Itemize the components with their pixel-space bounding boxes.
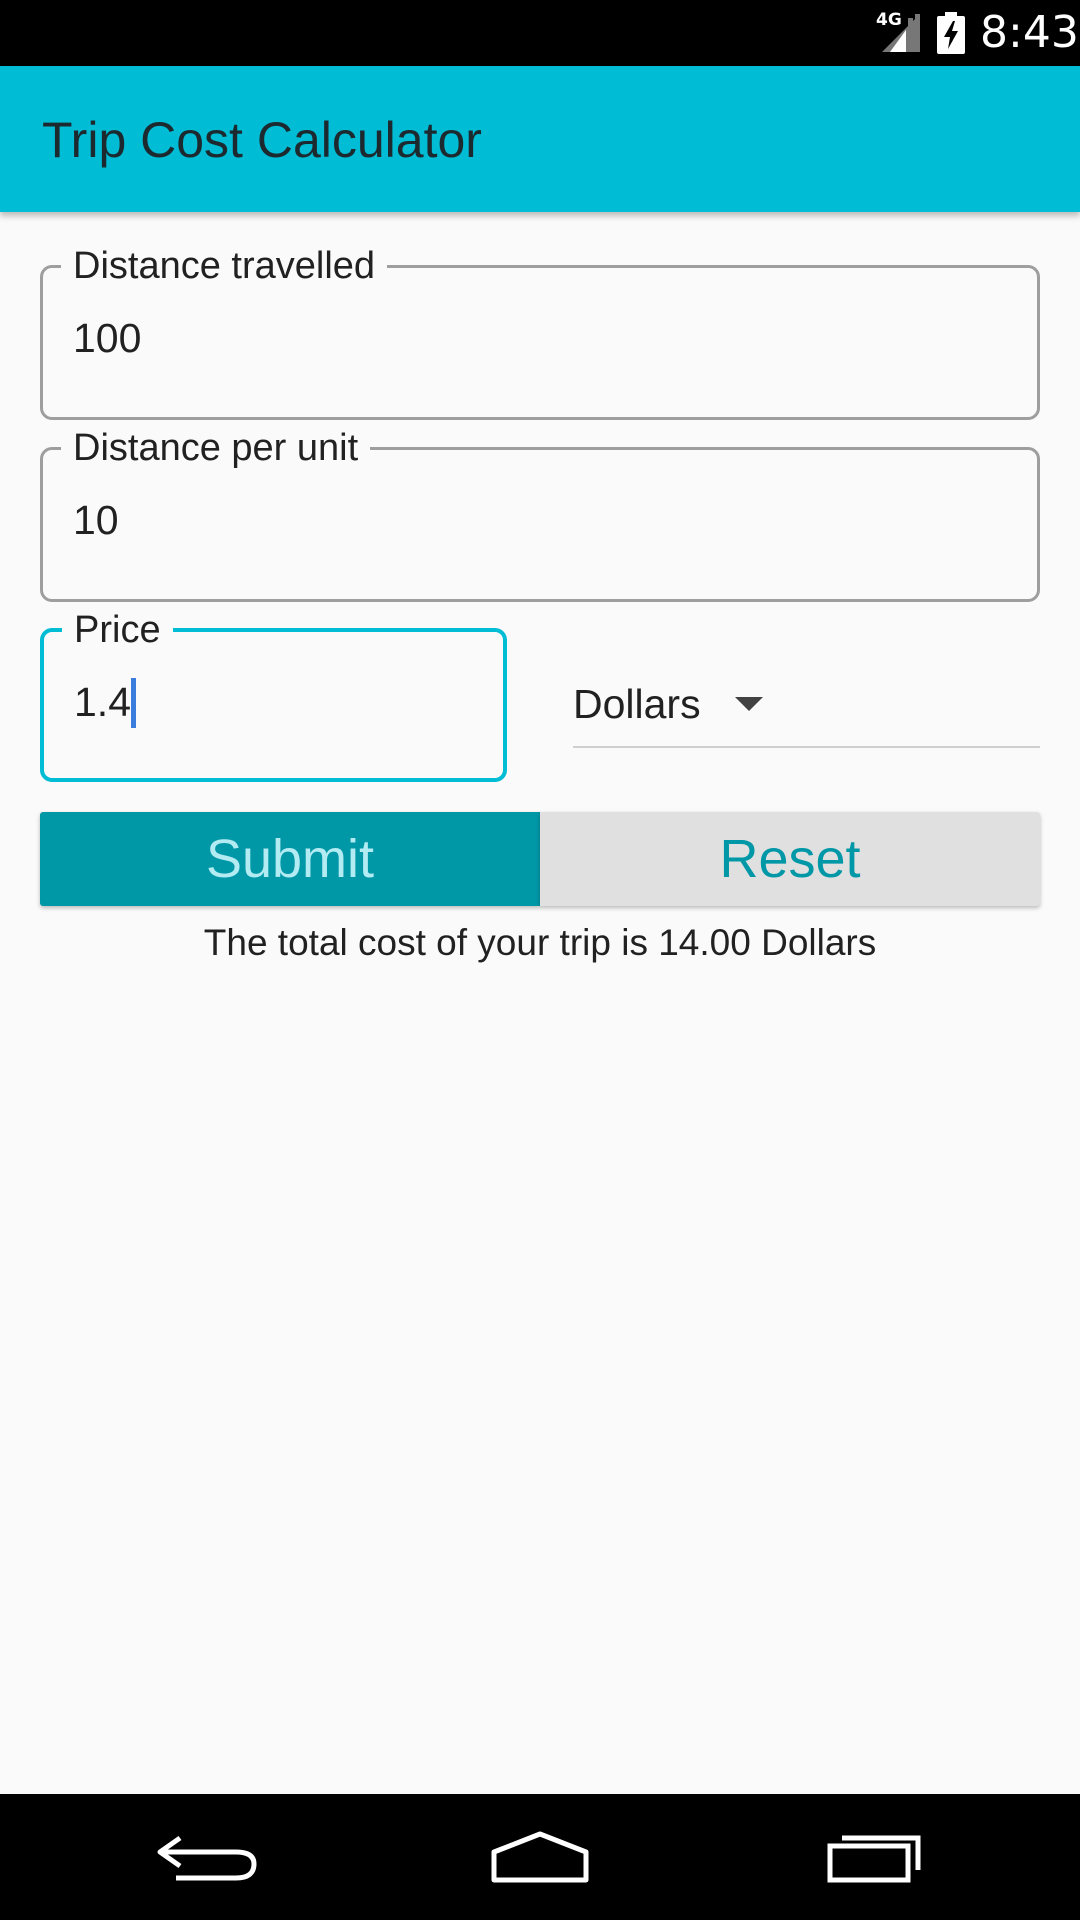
battery-charging-icon bbox=[937, 12, 965, 54]
distance-travelled-label: Distance travelled bbox=[61, 244, 388, 288]
back-icon[interactable] bbox=[150, 1824, 270, 1890]
recents-icon[interactable] bbox=[812, 1824, 932, 1890]
navigation-bar bbox=[0, 1794, 1080, 1920]
reset-button[interactable]: Reset bbox=[540, 812, 1040, 906]
price-value[interactable]: 1.4 bbox=[74, 679, 131, 725]
distance-per-unit-field[interactable]: Distance per unit 10 bbox=[40, 426, 1040, 602]
app-bar: Trip Cost Calculator bbox=[0, 66, 1080, 212]
text-cursor bbox=[131, 678, 136, 728]
distance-per-unit-label: Distance per unit bbox=[61, 426, 371, 470]
distance-travelled-value[interactable]: 100 bbox=[73, 312, 141, 364]
status-clock: 8:43 bbox=[980, 7, 1079, 58]
distance-per-unit-value[interactable]: 10 bbox=[73, 494, 119, 546]
submit-button[interactable]: Submit bbox=[40, 812, 540, 906]
currency-dropdown[interactable]: Dollars bbox=[573, 672, 1040, 748]
price-label: Price bbox=[62, 608, 173, 652]
status-bar: 4G 8:43 bbox=[0, 0, 1080, 66]
currency-selected: Dollars bbox=[573, 681, 701, 727]
dropdown-arrow-icon bbox=[735, 697, 763, 711]
app-title: Trip Cost Calculator bbox=[42, 112, 482, 168]
signal-icon bbox=[882, 14, 920, 52]
price-field[interactable]: Price 1.4 bbox=[40, 608, 507, 782]
result-text: The total cost of your trip is 14.00 Dol… bbox=[203, 922, 877, 963]
distance-travelled-field[interactable]: Distance travelled 100 bbox=[40, 244, 1040, 420]
price-value-wrapper[interactable]: 1.4 bbox=[74, 676, 136, 728]
home-icon[interactable] bbox=[480, 1824, 600, 1890]
